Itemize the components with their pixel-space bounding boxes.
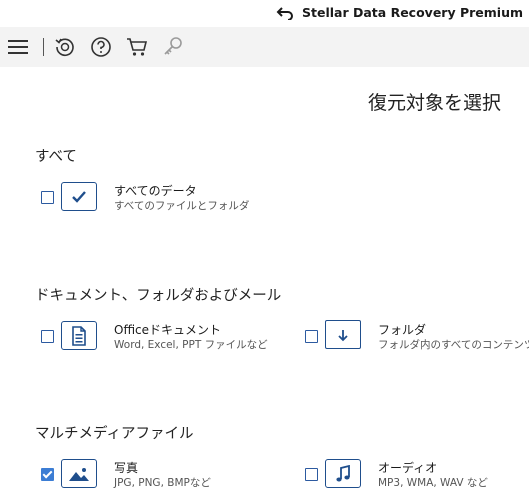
- toolbar: [0, 27, 529, 67]
- folders-tile: [325, 320, 361, 349]
- checkbox-all-data[interactable]: [41, 191, 54, 204]
- cart-button[interactable]: [125, 35, 149, 59]
- help-icon: [91, 37, 111, 57]
- photo-icon: [69, 467, 89, 481]
- option-folders[interactable]: フォルダ フォルダ内のすべてのコンテンツ: [305, 317, 529, 351]
- brand-name: Stellar Data Recovery Premium: [302, 5, 523, 20]
- office-documents-tile: [61, 321, 97, 350]
- option-photos[interactable]: 写真 JPG, PNG, BMPなど: [41, 459, 271, 493]
- document-icon: [72, 325, 86, 346]
- title-bar: Stellar Data Recovery Premium: [0, 0, 529, 27]
- checkbox-photos[interactable]: [41, 468, 54, 481]
- audio-tile: [325, 459, 361, 488]
- option-label: 写真: [114, 461, 139, 475]
- cart-icon: [127, 38, 148, 56]
- option-description: フォルダ内のすべてのコンテンツ: [378, 339, 529, 351]
- toolbar-divider: [43, 38, 44, 56]
- section-title-all: すべて: [35, 149, 77, 165]
- recover-history-icon: [55, 38, 74, 57]
- option-label: オーディオ: [378, 461, 438, 475]
- option-all-data[interactable]: すべてのデータ すべてのファイルとフォルダ: [41, 182, 271, 216]
- option-office-documents[interactable]: Officeドキュメント Word, Excel, PPT ファイルなど: [41, 321, 271, 355]
- menu-icon: [8, 40, 28, 54]
- page-title: 復元対象を選択: [367, 92, 501, 114]
- checkbox-audio[interactable]: [305, 468, 318, 481]
- option-description: Word, Excel, PPT ファイルなど: [114, 339, 268, 351]
- checkbox-office-documents[interactable]: [41, 330, 54, 343]
- menu-button[interactable]: [6, 35, 30, 59]
- option-label: すべてのデータ: [114, 184, 197, 198]
- photos-tile: [61, 459, 97, 488]
- option-description: すべてのファイルとフォルダ: [114, 200, 250, 212]
- section-title-documents: ドキュメント、フォルダおよびメール: [35, 288, 282, 304]
- brand: Stellar Data Recovery Premium: [276, 5, 523, 20]
- activation-key-button[interactable]: [161, 35, 185, 59]
- option-label: フォルダ: [378, 323, 427, 337]
- help-button[interactable]: [89, 35, 113, 59]
- option-audio[interactable]: オーディオ MP3, WMA, WAV など: [305, 459, 529, 493]
- all-data-tile: [61, 182, 97, 211]
- stellar-logo-icon: [276, 6, 293, 20]
- check-box-icon: [72, 190, 86, 203]
- section-title-multimedia: マルチメディアファイル: [35, 426, 194, 442]
- recovery-history-button[interactable]: [53, 35, 77, 59]
- option-description: MP3, WMA, WAV など: [378, 477, 488, 489]
- checkbox-folders[interactable]: [305, 330, 318, 343]
- folder-icon: [338, 329, 348, 341]
- key-icon: [164, 37, 182, 55]
- audio-icon: [336, 464, 350, 481]
- option-label: Officeドキュメント: [114, 323, 222, 337]
- option-description: JPG, PNG, BMPなど: [114, 477, 211, 489]
